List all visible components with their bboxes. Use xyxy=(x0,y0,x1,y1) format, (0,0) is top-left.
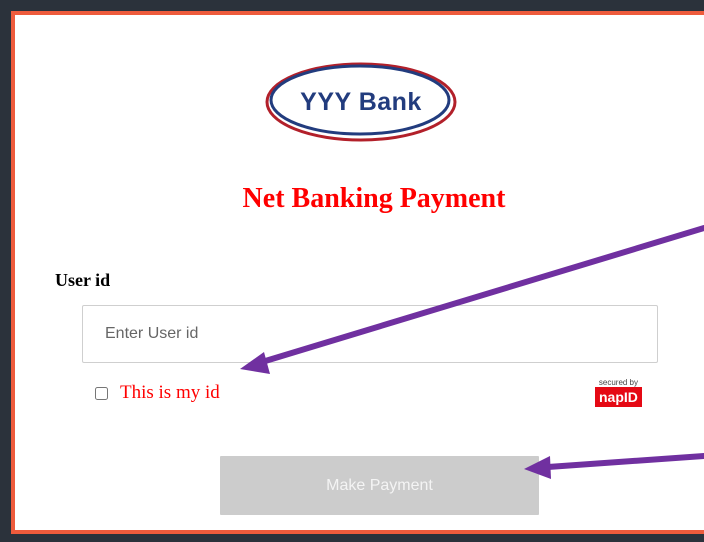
napid-secured-text: secured by xyxy=(598,378,639,387)
make-payment-button[interactable]: Make Payment xyxy=(220,456,539,515)
id-confirm-row: This is my id xyxy=(95,382,220,404)
user-id-label: User id xyxy=(55,270,111,290)
payment-panel: YYY Bank Net Banking Payment User id Thi… xyxy=(11,11,704,534)
napid-security-badge: secured by napID xyxy=(595,378,642,407)
napid-logo: napID xyxy=(595,387,642,407)
bank-logo-text: YYY Bank xyxy=(300,87,422,116)
id-confirm-label[interactable]: This is my id xyxy=(120,382,220,404)
bank-logo: YYY Bank xyxy=(263,59,459,145)
id-confirm-checkbox[interactable] xyxy=(95,386,108,400)
user-id-input[interactable] xyxy=(82,305,658,363)
page-title: Net Banking Payment xyxy=(242,183,506,214)
